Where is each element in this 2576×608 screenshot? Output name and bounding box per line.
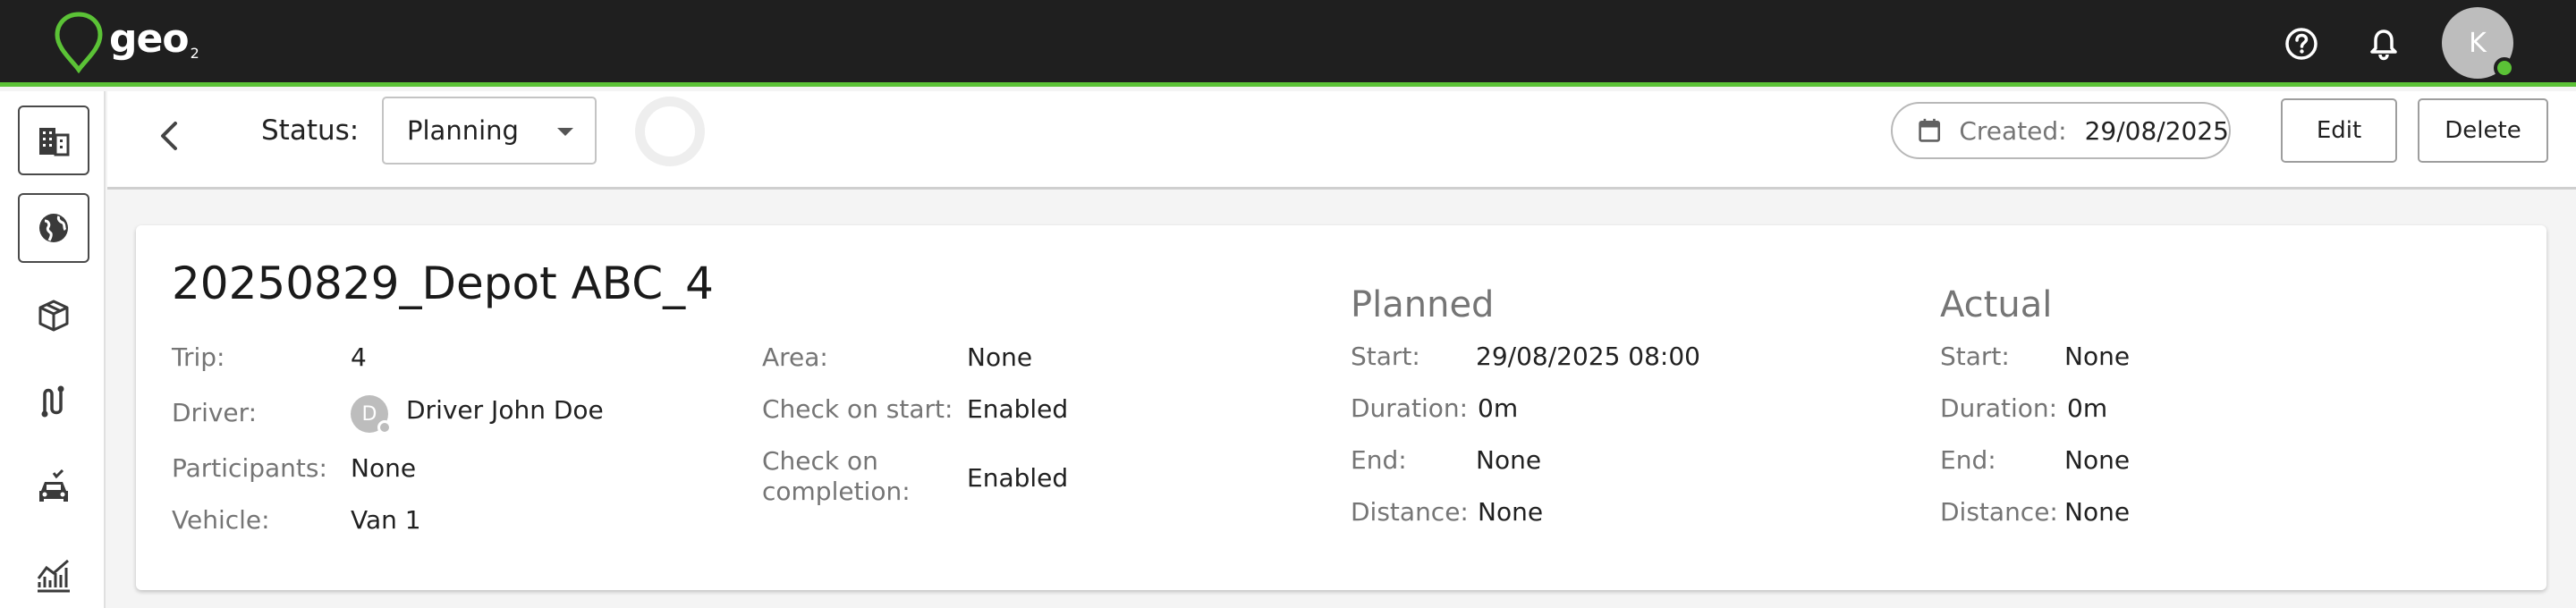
app-logo[interactable]: geo 2 bbox=[52, 11, 199, 73]
help-circle-icon[interactable] bbox=[2282, 24, 2321, 63]
actual-end-label: End: bbox=[1940, 445, 1996, 475]
driver-initial: D bbox=[361, 402, 377, 426]
created-date: 29/08/2025 bbox=[2084, 115, 2229, 146]
planned-end-label: End: bbox=[1351, 445, 1407, 475]
trip-details-card: 20250829_Depot ABC_4 Trip: 4 Driver: D D… bbox=[136, 225, 2546, 590]
caret-down-icon bbox=[557, 128, 573, 136]
status-select[interactable]: Planning bbox=[382, 97, 597, 165]
area-label: Area: bbox=[762, 342, 828, 372]
building-icon bbox=[39, 128, 70, 156]
calendar-icon bbox=[1919, 118, 1941, 142]
created-date-chip: Created: 29/08/2025 bbox=[1891, 102, 2231, 159]
actual-start-label: Start: bbox=[1940, 342, 2010, 371]
driver-status-dot bbox=[377, 420, 392, 435]
driver-value: Driver John Doe bbox=[406, 395, 604, 425]
check-on-completion-label-line2: completion: bbox=[762, 477, 911, 506]
actual-distance-value: None bbox=[2064, 497, 2131, 527]
driver-label: Driver: bbox=[172, 398, 258, 427]
sidebar-item-globe[interactable] bbox=[18, 193, 89, 263]
chart-icon bbox=[37, 559, 70, 593]
created-label: Created: bbox=[1959, 115, 2067, 146]
planned-end-value: None bbox=[1476, 445, 1542, 475]
loading-spinner bbox=[635, 97, 705, 166]
sidebar bbox=[0, 91, 106, 608]
sidebar-item-routes[interactable] bbox=[18, 367, 89, 436]
actual-duration-label: Duration: bbox=[1940, 393, 2058, 423]
planned-duration-value: 0m bbox=[1478, 393, 1519, 423]
logo-subscript: 2 bbox=[190, 45, 199, 62]
status-value: Planning bbox=[407, 115, 519, 146]
planned-duration-label: Duration: bbox=[1351, 393, 1469, 423]
package-icon bbox=[38, 300, 69, 332]
edit-button[interactable]: Edit bbox=[2281, 98, 2397, 163]
car-check-icon bbox=[39, 469, 68, 502]
chevron-left-icon bbox=[161, 122, 177, 150]
user-initial: K bbox=[2469, 27, 2487, 59]
check-on-completion-value: Enabled bbox=[967, 463, 1069, 493]
planned-distance-value: None bbox=[1478, 497, 1544, 527]
driver-avatar: D bbox=[351, 395, 392, 435]
planned-start-label: Start: bbox=[1351, 342, 1420, 371]
actual-start-value: None bbox=[2064, 342, 2131, 371]
logo-text: geo bbox=[109, 16, 190, 62]
user-avatar[interactable]: K bbox=[2442, 7, 2515, 79]
actual-end-value: None bbox=[2064, 445, 2131, 475]
online-status-dot bbox=[2494, 57, 2515, 79]
actual-section-title: Actual bbox=[1940, 284, 2053, 325]
sidebar-item-packages[interactable] bbox=[18, 281, 89, 350]
check-on-completion-label-line1: Check on bbox=[762, 446, 878, 476]
vehicle-label: Vehicle: bbox=[172, 505, 270, 535]
vehicle-value: Van 1 bbox=[351, 505, 421, 535]
check-on-start-value: Enabled bbox=[967, 394, 1069, 424]
sidebar-item-vehicles[interactable] bbox=[18, 454, 89, 524]
planned-start-value: 29/08/2025 08:00 bbox=[1476, 342, 1700, 371]
route-icon bbox=[41, 385, 64, 418]
trip-title: 20250829_Depot ABC_4 bbox=[172, 258, 714, 309]
participants-value: None bbox=[351, 453, 417, 483]
participants-label: Participants: bbox=[172, 453, 327, 483]
trip-toolbar: Status: Planning Created: 29/08/2025 Edi… bbox=[107, 91, 2576, 190]
location-pin-icon bbox=[55, 12, 103, 73]
top-bar: geo 2 K bbox=[0, 0, 2576, 87]
back-button[interactable] bbox=[143, 109, 197, 163]
check-on-start-label: Check on start: bbox=[762, 394, 953, 424]
sidebar-item-buildings[interactable] bbox=[18, 106, 89, 175]
globe-icon bbox=[39, 214, 68, 242]
sidebar-item-analytics[interactable] bbox=[18, 540, 89, 608]
actual-duration-value: 0m bbox=[2067, 393, 2108, 423]
trip-value: 4 bbox=[351, 342, 367, 372]
bell-icon[interactable] bbox=[2364, 24, 2403, 63]
planned-section-title: Planned bbox=[1351, 284, 1495, 325]
trip-label: Trip: bbox=[172, 342, 225, 372]
area-value: None bbox=[967, 342, 1033, 372]
delete-button[interactable]: Delete bbox=[2418, 98, 2548, 163]
actual-distance-label: Distance: bbox=[1940, 497, 2058, 527]
status-label: Status: bbox=[261, 114, 360, 147]
planned-distance-label: Distance: bbox=[1351, 497, 1469, 527]
